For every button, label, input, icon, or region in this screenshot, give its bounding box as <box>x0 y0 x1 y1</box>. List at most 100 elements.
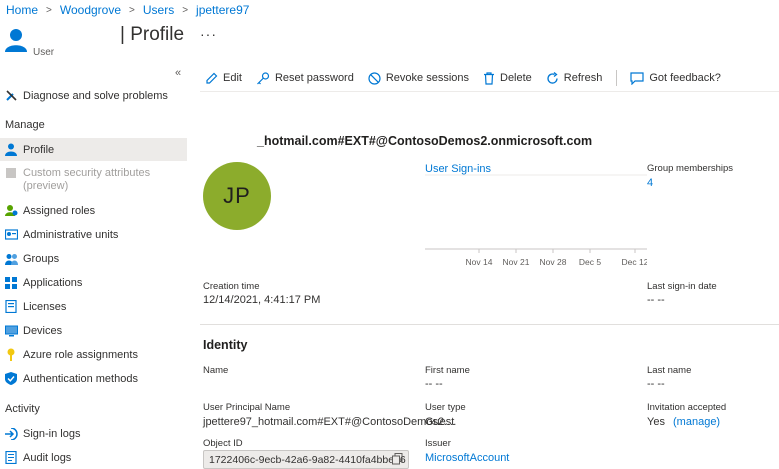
invitation-status: Yes (manage) <box>647 416 720 428</box>
sidebar-item-signin-logs[interactable]: Sign-in logs <box>0 422 187 445</box>
wrench-icon <box>4 89 18 103</box>
sidebar-item-diagnose[interactable]: Diagnose and solve problems <box>0 84 187 107</box>
upn-label: User Principal Name <box>203 402 291 413</box>
sidebar-item-label: Azure role assignments <box>23 348 138 361</box>
issuer-label: Issuer <box>425 438 451 449</box>
chart-tick-label: Nov 28 <box>540 257 567 267</box>
sidebar-item-label: Profile <box>23 143 55 156</box>
edit-label: Edit <box>223 72 242 84</box>
sidebar-item-devices[interactable]: Devices <box>0 319 187 342</box>
block-icon <box>368 71 381 85</box>
creation-time-value: 12/14/2021, 4:41:17 PM <box>203 294 321 306</box>
invitation-label: Invitation accepted <box>647 402 727 413</box>
sidebar-item-assigned-roles[interactable]: Assigned roles <box>0 199 187 222</box>
first-name-value: -- -- <box>425 378 443 390</box>
device-icon <box>4 324 18 338</box>
breadcrumb-home[interactable]: Home <box>6 3 38 17</box>
license-icon <box>4 300 18 314</box>
sidebar-item-applications[interactable]: Applications <box>0 271 187 294</box>
sidebar-item-label: Licenses <box>23 300 67 313</box>
first-name-label: First name <box>425 365 470 376</box>
shield-icon <box>4 372 18 386</box>
sidebar-item-label: Sign-in logs <box>23 427 81 440</box>
page-title: | Profile <box>120 24 185 45</box>
sidebar-item-azure-roles[interactable]: Azure role assignments <box>0 343 187 366</box>
reset-password-button[interactable]: Reset password <box>256 71 354 85</box>
audit-icon <box>4 451 18 465</box>
avatar: JP <box>203 162 271 230</box>
revoke-sessions-button[interactable]: Revoke sessions <box>368 71 469 85</box>
section-divider <box>200 324 779 325</box>
chevron-right-icon: > <box>46 4 52 16</box>
signins-chart: Nov 14 Nov 21 Nov 28 Dec 5 Dec 12 <box>425 174 647 267</box>
invitation-manage-link[interactable]: (manage) <box>673 416 720 428</box>
last-signin-value: -- -- <box>647 294 665 306</box>
sidebar-item-label: Groups <box>23 252 60 265</box>
last-signin-label: Last sign-in date <box>647 281 717 292</box>
breadcrumb-user[interactable]: jpettere97 <box>196 3 249 17</box>
refresh-icon <box>547 71 558 84</box>
reset-password-label: Reset password <box>274 72 354 84</box>
creation-time-label: Creation time <box>203 281 260 292</box>
sidebar-section-manage: Manage <box>5 119 45 131</box>
sidebar-item-admin-units[interactable]: Administrative units <box>0 223 187 246</box>
apps-icon <box>4 276 18 290</box>
command-bar: Edit Reset password Revoke sessions Dele… <box>205 66 735 90</box>
sidebar-item-label: Applications <box>23 276 83 289</box>
sidebar-item-label: Authentication methods <box>23 372 138 385</box>
group-memberships-count[interactable]: 4 <box>647 177 653 189</box>
signin-icon <box>4 427 18 441</box>
name-label: Name <box>203 365 229 376</box>
chevron-right-icon: > <box>129 4 135 16</box>
user-type-label: User type <box>425 402 466 413</box>
breadcrumb-woodgrove[interactable]: Woodgrove <box>60 3 121 17</box>
sidebar-item-label: Custom security attributes <box>23 167 151 179</box>
object-id-value: 1722406c-9ecb-42a6-9a82-4410fa4bbe16 <box>209 453 406 466</box>
refresh-button[interactable]: Refresh <box>546 71 603 85</box>
avatar-initials: JP <box>223 183 251 208</box>
delete-button[interactable]: Delete <box>483 71 532 85</box>
chart-tick-label: Nov 14 <box>466 257 493 267</box>
object-id-label: Object ID <box>203 438 243 449</box>
toolbar-separator <box>200 91 779 92</box>
tag-icon <box>4 166 18 180</box>
last-name-label: Last name <box>647 365 692 376</box>
sidebar-item-sublabel: (preview) <box>23 180 69 192</box>
sidebar-section-activity: Activity <box>5 403 40 415</box>
key-icon <box>257 71 270 84</box>
sidebar-item-audit-logs[interactable]: Audit logs <box>0 446 187 469</box>
collapse-sidebar-button[interactable]: « <box>175 67 181 79</box>
sidebar-item-label: Devices <box>23 324 63 337</box>
upn-value: jpettere97_hotmail.com#EXT#@ContosoDemos… <box>203 416 457 428</box>
chart-tick-label: Dec 5 <box>579 257 601 267</box>
breadcrumb: Home > Woodgrove > Users > jpettere97 <box>6 3 249 17</box>
edit-button[interactable]: Edit <box>205 72 242 85</box>
sidebar-item-label: Audit logs <box>23 451 72 464</box>
sidebar-item-licenses[interactable]: Licenses <box>0 295 187 318</box>
roles-icon <box>4 204 18 218</box>
last-name-value: -- -- <box>647 378 665 390</box>
sidebar-item-custom-security: Custom security attributes (preview) <box>0 164 187 196</box>
feedback-button[interactable]: Got feedback? <box>630 71 721 85</box>
copy-icon[interactable] <box>392 453 403 465</box>
sidebar-item-auth-methods[interactable]: Authentication methods <box>0 367 187 390</box>
chevron-right-icon: > <box>182 4 189 16</box>
refresh-label: Refresh <box>563 72 603 84</box>
user-principal-heading: _hotmail.com#EXT#@ContosoDemos2.onmicros… <box>257 134 593 148</box>
user-icon <box>5 29 27 52</box>
person-icon <box>4 143 18 157</box>
sidebar-item-profile[interactable]: Profile <box>0 138 187 161</box>
feedback-label: Got feedback? <box>649 72 721 84</box>
revoke-sessions-label: Revoke sessions <box>385 72 469 84</box>
chart-tick-label: Dec 12 <box>622 257 647 267</box>
issuer-value[interactable]: MicrosoftAccount <box>425 452 509 464</box>
groups-icon <box>4 252 18 266</box>
more-options-button[interactable]: ··· <box>200 26 217 42</box>
sidebar-item-groups[interactable]: Groups <box>0 247 187 270</box>
breadcrumb-users[interactable]: Users <box>143 3 174 17</box>
identity-section-title: Identity <box>203 338 248 352</box>
key-icon <box>4 348 18 362</box>
chart-tick-label: Nov 21 <box>503 257 530 267</box>
object-id-field[interactable]: 1722406c-9ecb-42a6-9a82-4410fa4bbe16 <box>203 450 409 469</box>
page-subtitle: User <box>33 47 55 58</box>
